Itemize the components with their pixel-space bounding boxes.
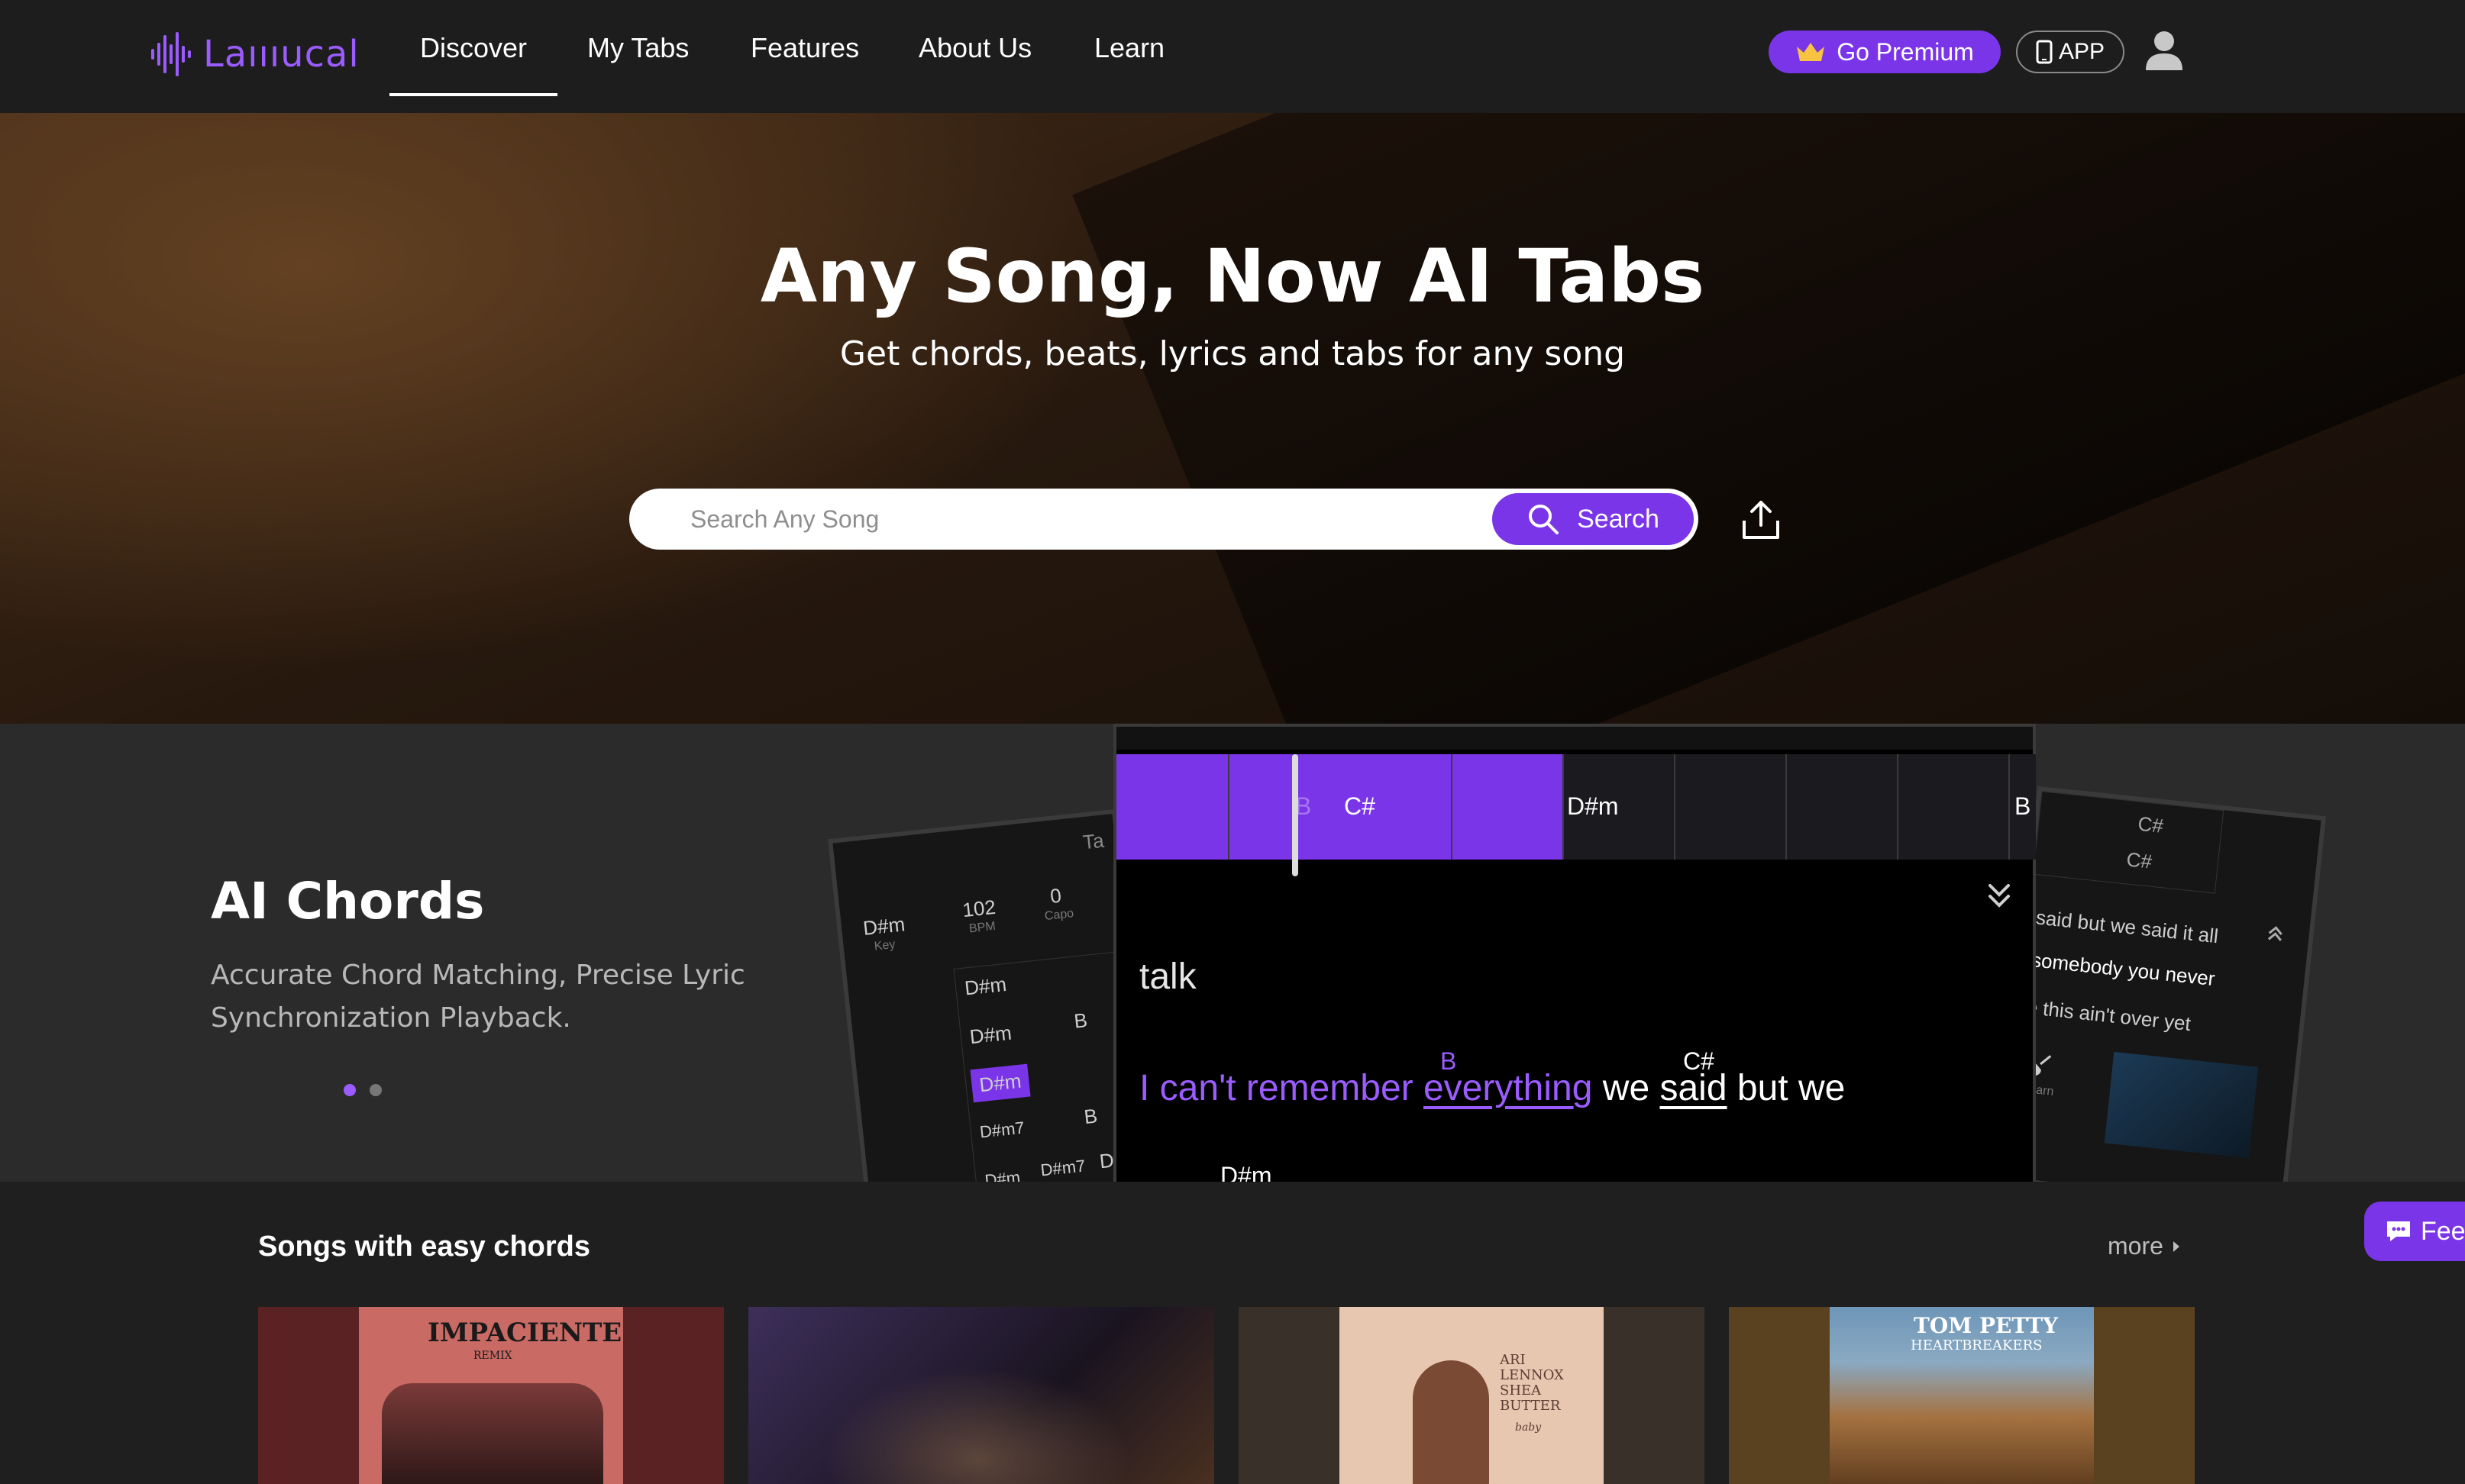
album-art: TOM PETTY HEARTBREAKERS xyxy=(1830,1307,2094,1484)
lyric-current: I can't remember everything we said but … xyxy=(1139,1068,1846,1108)
search-button[interactable]: Search xyxy=(1492,493,1694,545)
carousel-dot-2[interactable] xyxy=(370,1084,382,1096)
search-bar: Search xyxy=(629,489,1698,550)
album-art: ARI LENNOX SHEA BUTTER baby xyxy=(1339,1307,1604,1484)
active-tab-indicator xyxy=(389,93,557,96)
playhead[interactable] xyxy=(1292,754,1298,876)
hero-title: Any Song, Now AI Tabs xyxy=(760,234,1705,319)
timeline-cell[interactable]: D#m xyxy=(1564,754,1675,860)
capo-value: 0 xyxy=(1048,883,1063,908)
song-card[interactable] xyxy=(748,1307,1214,1484)
feature-carousel: AI Chords Accurate Chord Matching, Preci… xyxy=(0,724,2465,1182)
nav-my-tabs[interactable]: My Tabs xyxy=(587,32,689,70)
upload-icon[interactable] xyxy=(1741,498,1781,540)
next-chord-label: D#m xyxy=(1220,1162,1272,1182)
song-card[interactable]: ARI LENNOX SHEA BUTTER baby xyxy=(1239,1307,1704,1484)
logo[interactable]: Laıııucal xyxy=(148,27,360,81)
bpm-label: BPM xyxy=(968,919,997,936)
chevron-down-icon[interactable] xyxy=(1984,879,2014,913)
feature-description: Accurate Chord Matching, Precise Lyric S… xyxy=(211,960,745,1034)
carousel-dot-1[interactable] xyxy=(344,1084,356,1096)
nav-discover[interactable]: Discover xyxy=(420,32,527,70)
phone-icon xyxy=(2036,40,2053,64)
top-nav: Laıııucal Discover My Tabs Features Abou… xyxy=(0,0,2465,113)
lyric-previous: talk xyxy=(1139,957,1197,997)
search-icon xyxy=(1529,505,1559,534)
crown-icon xyxy=(1797,43,1825,61)
timeline-cell[interactable]: C# xyxy=(1341,754,1452,860)
album-art xyxy=(748,1307,1214,1484)
chord-cell: D#m xyxy=(968,1021,1013,1049)
lyric-line-1: said but we said it all xyxy=(2034,905,2220,948)
timeline-cell[interactable] xyxy=(1452,754,1564,860)
hero-banner: Any Song, Now AI Tabs Get chords, beats,… xyxy=(0,113,2465,724)
key-label: Key xyxy=(874,937,897,953)
timeline-cell[interactable] xyxy=(1116,754,1229,860)
lyric-line-2: somebody you never xyxy=(2030,948,2217,991)
lyric-line-3: e this ain't over yet xyxy=(2025,995,2192,1036)
search-button-label: Search xyxy=(1577,504,1659,534)
timeline-cell[interactable] xyxy=(1898,754,2010,860)
chord-cell: C# xyxy=(2125,847,2153,873)
album-art: IMPACIENTE REMIX xyxy=(359,1307,623,1484)
user-icon[interactable] xyxy=(2144,29,2184,72)
chord-cell: D#m xyxy=(963,972,1008,1000)
chat-icon xyxy=(2387,1221,2410,1241)
chord-cell: B xyxy=(1073,1008,1089,1033)
nav-about-us[interactable]: About Us xyxy=(919,32,1032,70)
chord-timeline: B C# D#m B xyxy=(1116,754,2036,860)
logo-text: Laıııucal xyxy=(203,33,360,76)
song-card[interactable]: IMPACIENTE REMIX xyxy=(258,1307,724,1484)
timeline-cell[interactable]: B xyxy=(1292,754,1341,860)
go-premium-button[interactable]: Go Premium xyxy=(1769,31,2001,73)
nav-learn[interactable]: Learn xyxy=(1094,32,1165,70)
search-input[interactable] xyxy=(690,498,1530,540)
chevron-up-icon[interactable] xyxy=(2263,922,2287,946)
app-label: APP xyxy=(2058,39,2105,64)
feedback-button[interactable]: Fee xyxy=(2364,1202,2465,1261)
chord-cell-active: D#m xyxy=(970,1063,1031,1103)
feature-title: AI Chords xyxy=(211,872,485,931)
preview-panel-right: C# C# said but we said it all somebody y… xyxy=(1995,786,2327,1182)
feedback-label: Fee xyxy=(2421,1216,2465,1246)
timeline-cell[interactable] xyxy=(1787,754,1898,860)
hero-subtitle: Get chords, beats, lyrics and tabs for a… xyxy=(839,334,1626,373)
song-card[interactable]: TOM PETTY HEARTBREAKERS xyxy=(1729,1307,2195,1484)
section-title: Songs with easy chords xyxy=(258,1231,590,1263)
preview-panel-left: Ta D#m Key 102 BPM 0 Capo D#m D#m B D#m … xyxy=(827,808,1158,1182)
chord-cell: B xyxy=(1083,1104,1099,1129)
caret-right-icon xyxy=(2173,1240,2179,1252)
preview-panel-main: B C# D#m B talk B C# I can't remember ev… xyxy=(1113,724,2036,1182)
soundwave-logo-icon xyxy=(151,32,191,76)
chord-cell: C# xyxy=(2137,811,2165,837)
page: Laıııucal Discover My Tabs Features Abou… xyxy=(0,0,2465,1484)
go-premium-label: Go Premium xyxy=(1837,37,1974,66)
timeline-cell[interactable] xyxy=(1675,754,1787,860)
songs-section: Songs with easy chords more IMPACIENTE R… xyxy=(0,1182,2465,1484)
app-button[interactable]: APP xyxy=(2016,31,2124,73)
chord-cell: D xyxy=(1098,1148,1116,1173)
capo-label: Capo xyxy=(1044,907,1074,924)
bpm-value: 102 xyxy=(961,895,997,922)
more-link[interactable]: more xyxy=(2108,1232,2180,1260)
nav-features[interactable]: Features xyxy=(751,32,859,70)
key-value: D#m xyxy=(861,912,906,940)
timeline-cell[interactable]: B xyxy=(2010,754,2036,860)
video-thumbnail[interactable] xyxy=(2104,1051,2259,1159)
tab-label: Ta xyxy=(1081,828,1106,854)
